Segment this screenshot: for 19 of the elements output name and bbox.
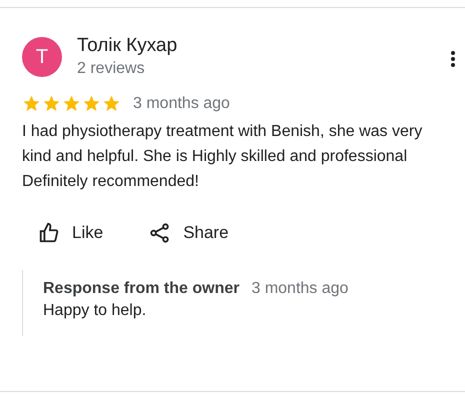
review-date: 3 months ago [133, 94, 230, 112]
avatar: T [22, 37, 62, 77]
share-icon [149, 222, 172, 244]
review-count: 2 reviews [77, 59, 146, 79]
share-button[interactable]: Share [137, 216, 241, 250]
like-button[interactable]: Like [26, 216, 116, 250]
response-text: Happy to help. [43, 301, 148, 321]
thumbs-up-icon [38, 222, 60, 244]
author-name: Толік Кухар [77, 34, 178, 58]
star-icon [62, 94, 81, 113]
more-options-button[interactable] [451, 51, 455, 67]
star-icon [82, 94, 101, 113]
star-icon [42, 94, 61, 113]
star-icon [22, 94, 41, 113]
response-title: Response from the owner [43, 280, 240, 298]
review-text: I had physiotherapy treatment with Benish, she was very kind and helpful. She is Highly skilled and professional Definitely recommended! [22, 122, 424, 192]
more-icon [451, 51, 455, 67]
response-date: 3 months ago [251, 280, 348, 298]
star-icon [102, 94, 121, 113]
